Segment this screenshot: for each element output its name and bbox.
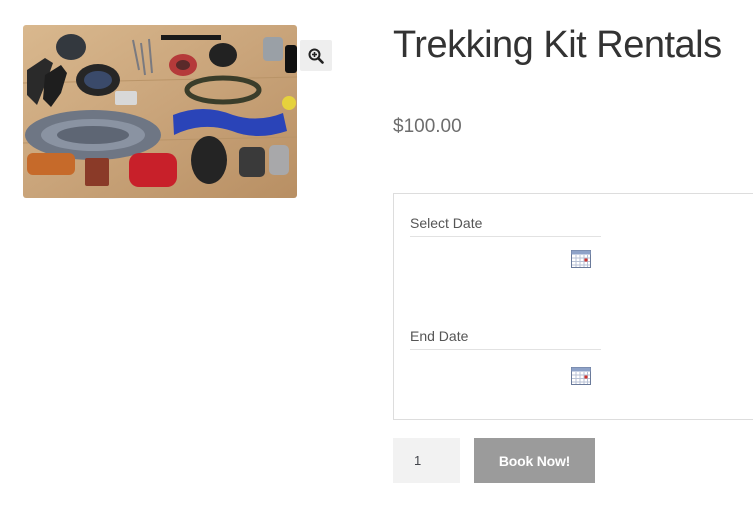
product-image[interactable] bbox=[23, 25, 297, 198]
zoom-in-icon bbox=[308, 48, 324, 64]
booking-form: Select Date End Date bbox=[393, 193, 753, 420]
calendar-icon[interactable] bbox=[571, 250, 591, 268]
quantity-input[interactable] bbox=[393, 438, 460, 483]
calendar-icon[interactable] bbox=[571, 367, 591, 385]
zoom-button[interactable] bbox=[300, 40, 332, 71]
product-title: Trekking Kit Rentals bbox=[393, 24, 722, 66]
book-now-button[interactable]: Book Now! bbox=[474, 438, 595, 483]
start-date-label: Select Date bbox=[410, 215, 601, 237]
end-date-label: End Date bbox=[410, 328, 601, 350]
product-page: Trekking Kit Rentals $100.00 Select Date… bbox=[0, 0, 753, 506]
product-price: $100.00 bbox=[393, 116, 462, 137]
